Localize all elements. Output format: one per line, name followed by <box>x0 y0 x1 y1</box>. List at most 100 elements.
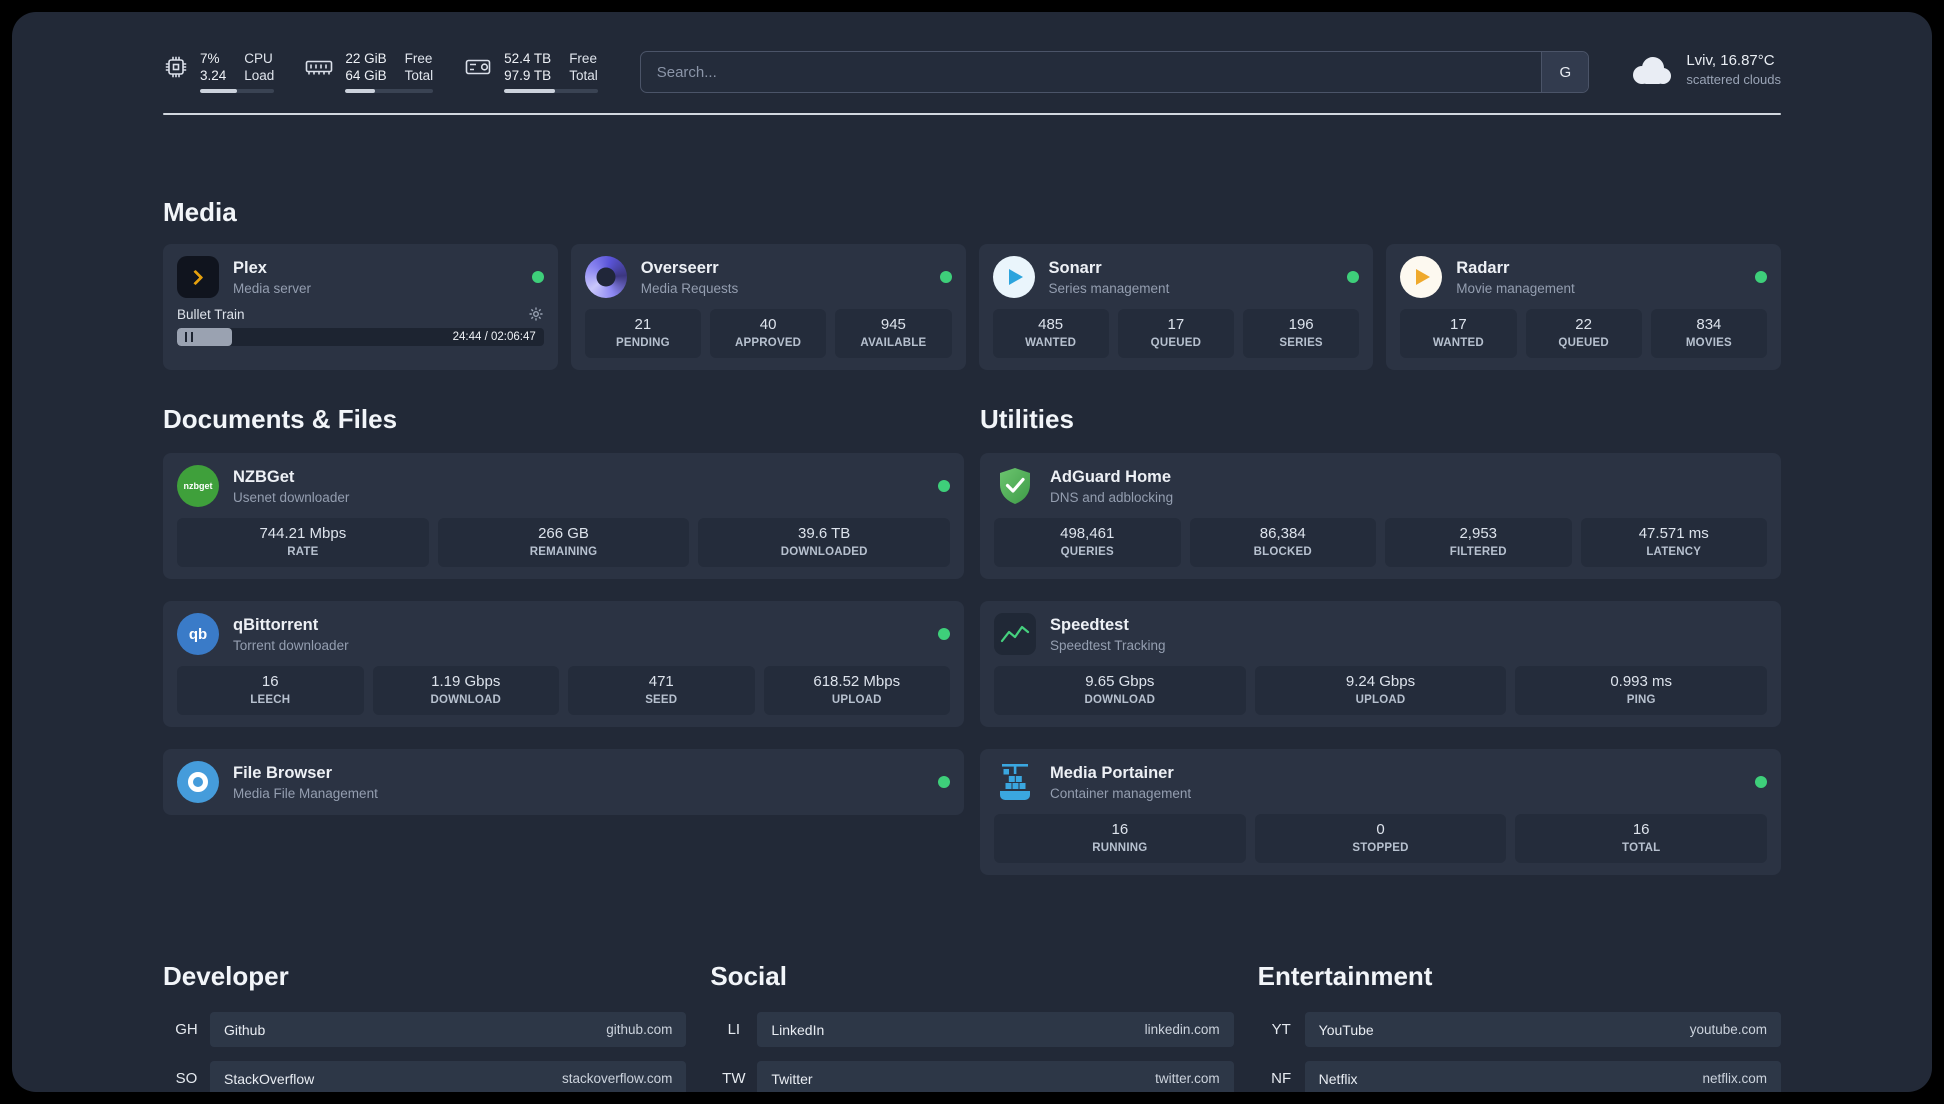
app-name: Radarr <box>1456 258 1510 277</box>
stat-tile-wanted: 485 WANTED <box>992 309 1109 358</box>
gear-icon[interactable] <box>528 306 544 322</box>
section-title-social: Social <box>710 961 787 991</box>
weather-condition: scattered clouds <box>1686 72 1781 87</box>
bookmark-netflix[interactable]: NF Netflix netflix.com <box>1258 1061 1781 1092</box>
bookmark-github[interactable]: GH Github github.com <box>163 1012 687 1047</box>
app-name: Overseerr <box>640 258 719 277</box>
stat-label: SERIES <box>1279 337 1323 349</box>
weather-widget: Lviv, 16.87°C scattered clouds <box>1629 52 1781 87</box>
stat-row: 9.65 Gbps DOWNLOAD 9.24 Gbps UPLOAD 0.99… <box>994 666 1768 715</box>
status-dot <box>938 480 950 492</box>
stat-label: STOPPED <box>1352 842 1409 854</box>
app-card-filebrowser[interactable]: File Browser Media File Management <box>163 749 964 815</box>
status-dot <box>1347 271 1360 283</box>
app-card-radarr[interactable]: Radarr Movie management 17 WANTED 22 QUE… <box>1386 244 1781 370</box>
card-header: nzbget NZBGet Usenet downloader <box>177 465 950 507</box>
memory-icon <box>306 60 333 75</box>
stat-value: 945 <box>880 316 906 333</box>
section-title-utilities: Utilities <box>980 404 1074 434</box>
cpu-widget: 7% CPU 3.24 Load <box>163 50 275 93</box>
stat-row: 21 PENDING 40 APPROVED 945 AVAILABLE <box>584 309 952 358</box>
filebrowser-ring-glyph <box>188 772 208 792</box>
weather-text: Lviv, 16.87°C scattered clouds <box>1686 52 1781 87</box>
app-card-plex[interactable]: Plex Media server Bullet Train 24:44 / 0… <box>163 244 558 370</box>
status-dot <box>938 776 950 788</box>
stat-label: APPROVED <box>735 337 802 349</box>
cpu-meter <box>200 89 275 93</box>
stat-value: 0 <box>1376 821 1385 838</box>
sonarr-icon <box>992 256 1035 298</box>
app-name: AdGuard Home <box>1050 467 1172 486</box>
card-header: qb qBittorrent Torrent downloader <box>177 613 950 655</box>
app-card-qbittorrent[interactable]: qb qBittorrent Torrent downloader 16 LEE… <box>163 601 964 727</box>
app-text: File Browser Media File Management <box>233 764 378 801</box>
disk-label-1: Free <box>569 51 597 66</box>
card-header: File Browser Media File Management <box>177 761 950 803</box>
app-card-sonarr[interactable]: Sonarr Series management 485 WANTED 17 Q… <box>978 244 1374 370</box>
portainer-icon <box>994 761 1036 803</box>
app-text: Sonarr Series management <box>1049 259 1170 296</box>
card-header: Media Portainer Container management <box>994 761 1767 803</box>
bookmark-url: stackoverflow.com <box>562 1071 673 1086</box>
cpu-meter-fill <box>200 89 238 93</box>
stat-label: UPLOAD <box>1355 694 1406 706</box>
stat-value: 0.993 ms <box>1610 673 1673 690</box>
bookmark-twitter[interactable]: TW Twitter twitter.com <box>710 1061 1234 1092</box>
stat-label: DOWNLOAD <box>430 694 502 706</box>
bookmark-youtube[interactable]: YT YouTube youtube.com <box>1258 1012 1781 1047</box>
app-text: qBittorrent Torrent downloader <box>233 616 349 653</box>
app-card-speedtest[interactable]: Speedtest Speedtest Tracking 9.65 Gbps D… <box>980 601 1781 727</box>
app-name: Sonarr <box>1048 258 1102 277</box>
cpu-percent: 7% <box>200 51 220 66</box>
app-name: File Browser <box>233 763 333 782</box>
app-card-overseerr[interactable]: Overseerr Media Requests 21 PENDING 40 A… <box>570 244 966 370</box>
pause-icon[interactable] <box>185 332 193 342</box>
memory-meter-fill <box>345 89 376 93</box>
stat-tile-approved: 40 APPROVED <box>710 309 827 358</box>
stat-tile-upload: 618.52 Mbps UPLOAD <box>763 666 950 715</box>
card-header: AdGuard Home DNS and adblocking <box>994 465 1767 507</box>
bookmark-abbr: NF <box>1271 1070 1292 1087</box>
status-dot <box>1755 776 1767 788</box>
bookmark-group-developer: Developer GH Github github.com SO StackO… <box>163 961 687 1092</box>
app-card-nzbget[interactable]: nzbget NZBGet Usenet downloader 744.21 M… <box>163 453 964 579</box>
bookmark-linkedin[interactable]: LI LinkedIn linkedin.com <box>710 1012 1234 1047</box>
stat-label: MOVIES <box>1685 337 1732 349</box>
memory-label-1: Free <box>404 51 433 66</box>
stat-value: 266 GB <box>538 525 589 542</box>
stat-label: BLOCKED <box>1253 546 1312 558</box>
stat-label: QUERIES <box>1060 546 1114 558</box>
cloud-icon <box>1633 56 1672 84</box>
bookmark-bar: StackOverflow stackoverflow.com <box>210 1061 687 1092</box>
bookmark-url: youtube.com <box>1689 1022 1767 1037</box>
cpu-label-1: CPU <box>244 51 273 66</box>
stat-label: WANTED <box>1432 337 1484 349</box>
app-card-portainer[interactable]: Media Portainer Container management 16 … <box>980 749 1781 875</box>
bookmarks-section: Developer GH Github github.com SO StackO… <box>163 961 1781 1092</box>
cpu-readout: 7% CPU 3.24 Load <box>200 50 275 93</box>
app-card-adguard[interactable]: AdGuard Home DNS and adblocking 498,461 … <box>980 453 1781 579</box>
stat-tile-ping: 0.993 ms PING <box>1515 666 1768 715</box>
weather-location: Lviv, 16.87°C <box>1686 52 1775 69</box>
search-input[interactable] <box>640 52 1542 92</box>
qbittorrent-icon-text: qb <box>188 625 208 643</box>
bookmark-url: github.com <box>606 1022 673 1037</box>
stat-tile-downloaded: 39.6 TB DOWNLOADED <box>698 518 951 567</box>
app-text: Plex Media server <box>233 259 311 296</box>
app-subtitle: DNS and adblocking <box>1050 489 1174 505</box>
stat-row: 744.21 Mbps RATE 266 GB REMAINING 39.6 T… <box>177 518 951 567</box>
bookmark-stackoverflow[interactable]: SO StackOverflow stackoverflow.com <box>163 1061 687 1092</box>
card-header: Speedtest Speedtest Tracking <box>994 613 1767 655</box>
bookmark-abbr: TW <box>722 1070 746 1087</box>
memory-meter <box>345 89 434 93</box>
stat-label: WANTED <box>1025 337 1077 349</box>
speedtest-icon <box>994 613 1036 655</box>
stat-value: 17 <box>1167 316 1185 333</box>
stat-tile-running: 16 RUNNING <box>994 814 1246 863</box>
stat-tile-blocked: 86,384 BLOCKED <box>1189 518 1376 567</box>
search-engine-button[interactable]: G <box>1541 52 1589 92</box>
status-dot <box>1755 271 1767 283</box>
bookmark-group-entertainment: Entertainment YT YouTube youtube.com NF … <box>1258 961 1781 1092</box>
playback-progress-bar[interactable]: 24:44 / 02:06:47 <box>177 328 544 346</box>
stat-label: PING <box>1626 694 1656 706</box>
